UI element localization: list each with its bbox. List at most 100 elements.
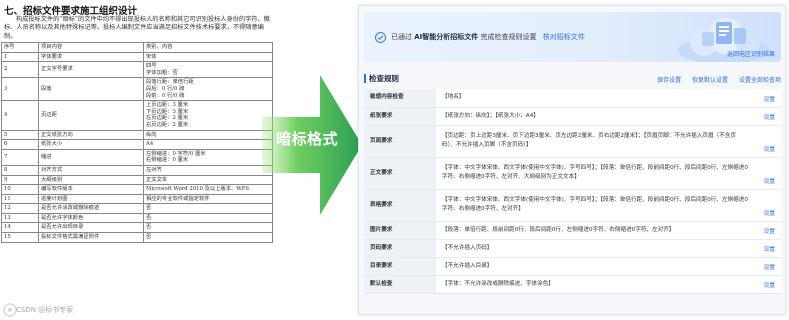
row-content: 否	[143, 212, 273, 224]
table-row: 13 是否允许字体颜色否	[1, 212, 273, 224]
rule-name: 目录要求	[364, 257, 436, 276]
rule-settings-link[interactable]: 设置	[754, 107, 781, 126]
row-item: 投标文件格式需满足附件	[38, 232, 144, 243]
rule-settings-link[interactable]: 设置	[754, 89, 781, 108]
back-to-results-link[interactable]: 返回电区识别结果	[727, 49, 775, 58]
rule-name: 页码要求	[364, 239, 436, 258]
rule-name: 敏感内容检查	[364, 89, 436, 108]
row-number: 3	[1, 77, 39, 102]
rule-name: 图片要求	[364, 221, 436, 240]
row-number: 14	[1, 222, 39, 234]
rule-row: 表格要求 【字体：中文字体宋体、西文字体(使用中文字体)、字号四号】；【段落：单倍…	[364, 189, 781, 222]
set-all-checks-button[interactable]: 设置全部检查项	[739, 77, 781, 84]
row-number: 7	[1, 148, 39, 166]
row-item: 字体要求	[38, 51, 144, 63]
header-cell: 序号	[1, 42, 39, 53]
banner-prefix: 已通过	[391, 33, 412, 41]
check-rules-panel: 已通过 AI智能分析招标文件 完成检查规则设置 核对招标文件 返回电区识别结果 …	[358, 5, 786, 315]
rule-value: 【不允许插入目录】	[436, 257, 754, 276]
rule-name: 正文要求	[364, 157, 436, 190]
rule-settings-link[interactable]: 设置	[754, 257, 781, 276]
rule-row: 正文要求 【字体：中文字体宋体、西文字体(使用中文字体)、字号四号】；【段落：单倍…	[364, 157, 781, 190]
row-content: 左侧缩进：0 字符/0 厘米 右侧缩进：0 厘米	[143, 148, 273, 166]
table-row: 1 字体要求 宋体	[1, 51, 273, 63]
table-row: 4 页边距 上页边距：3 厘米 下页边距：3 厘米 左页边距：2 厘米 右页边距：2…	[1, 100, 273, 131]
header-cell: 类别、内容	[143, 42, 273, 53]
rule-row: 纸张要求 【纸张方向：纵向】；【纸张大小：A4】 设置	[364, 107, 781, 126]
row-content: 段落行距：单倍行距 段后：0 行/0 磅 段前：0 行/0 磅	[143, 77, 273, 102]
table-row: 2 正文字号要求 四号 字体加粗：否	[1, 61, 273, 79]
row-number: 4	[1, 100, 39, 131]
section-accent-bar	[364, 74, 366, 83]
rule-settings-link[interactable]: 设置	[754, 125, 781, 158]
rule-settings-link[interactable]: 设置	[754, 157, 781, 190]
row-item: 是否允许出现目录	[38, 222, 144, 234]
banner-product: AI智能分析招标文件	[414, 33, 479, 41]
table-header-row: 序号 项目内容 类别、内容	[1, 42, 273, 53]
row-item: 正文纸张方向	[38, 129, 144, 141]
row-number: 12	[1, 203, 39, 214]
table-row: 15 投标文件格式需满足附件否	[1, 232, 273, 243]
row-content: 上页边距：3 厘米 下页边距：3 厘米 左页边距：2 厘米 右页边距：2 厘米	[143, 100, 273, 131]
row-item: 纸张大小	[38, 139, 144, 150]
rule-row: 页码要求 【不允许插入页码】 设置	[364, 239, 781, 258]
table-row: 12 是否允许涂改或删除痕迹否	[1, 203, 273, 214]
row-number: 11	[1, 193, 39, 205]
table-row: 10 编写软件版本 Microsoft Word 2010 及以上版本、WPS	[1, 184, 273, 195]
row-content: 否	[143, 222, 273, 234]
save-settings-button[interactable]: 保存设置	[657, 77, 681, 84]
row-content: 左对齐	[143, 164, 273, 176]
row-item: 是否允许涂改或删除痕迹	[38, 203, 144, 214]
table-row: 3 段落 段落行距：单倍行距 段后：0 行/0 磅 段前：0 行/0 磅	[1, 77, 273, 102]
row-number: 5	[1, 129, 39, 141]
row-item: 页边距	[38, 100, 144, 131]
restore-default-button[interactable]: 恢复默认设置	[692, 77, 728, 84]
row-content: 宋体	[143, 51, 273, 63]
check-tender-file-link[interactable]: 核对招标文件	[543, 33, 585, 41]
row-number: 15	[1, 232, 39, 243]
row-content: 相应的专业软件或指定软件	[143, 193, 273, 205]
row-item: 缩进	[38, 148, 144, 166]
row-number: 1	[1, 51, 39, 63]
document-intro: 构成投标文件的“暗标”的文件中均不得出现投标人的名称和其它可识别投标人身份的字符…	[4, 16, 270, 40]
watermark-text: CSDN @标书专家	[16, 306, 74, 314]
source-document: 七、招标文件要求施工组织设计 构成投标文件的“暗标”的文件中均不得出现投标人的名…	[0, 0, 274, 320]
row-number: 9	[1, 174, 39, 186]
rules-table: 敏感内容检查 【地名】 设置 纸张要求 【纸张方向：纵向】；【纸张大小：A4】 设置 页面要…	[364, 89, 781, 294]
row-number: 6	[1, 139, 39, 150]
table-row: 5 正文纸张方向 纵向	[1, 129, 273, 141]
row-number: 8	[1, 164, 39, 176]
row-number: 13	[1, 212, 39, 224]
rule-settings-link[interactable]: 设置	[754, 221, 781, 240]
row-item: 段落	[38, 77, 144, 102]
document-requirements-table: 序号 项目内容 类别、内容 1 字体要求 宋体 2 正文字号要求 四号 字体加粗：否 3 段落…	[1, 42, 273, 243]
row-item: 编写软件版本	[38, 184, 144, 195]
rule-name: 页面要求	[364, 125, 436, 158]
arrow-label: 暗标格式	[276, 130, 339, 148]
rule-value: 【页边距：页上边距3厘米、页下边距3厘米、页左边距2厘米、页右边距2厘米】；【页…	[436, 125, 754, 158]
rule-row: 图片要求 【段落：单倍行距、段前间距0行、段后间距0行、左侧缩进0字符、右侧缩进0…	[364, 221, 781, 240]
rule-name: 默认检查	[364, 275, 436, 294]
status-banner: 已通过 AI智能分析招标文件 完成检查规则设置 核对招标文件 返回电区识别结果	[364, 12, 781, 62]
rule-value: 【字体：不允许涂改或删除痕迹、字体涂色】	[436, 275, 754, 294]
check-circle-icon	[375, 32, 386, 43]
row-content: 正文文本	[143, 174, 273, 186]
rule-value: 【字体：中文字体宋体、西文字体(使用中文字体)、字号四号】；【段落：单倍行距、段…	[436, 189, 754, 222]
row-item: 是否允许字体颜色	[38, 212, 144, 224]
section-actions: 保存设置 恢复默认设置 设置全部检查项	[648, 75, 781, 84]
row-content: 纵向	[143, 129, 273, 141]
row-content: Microsoft Word 2010 及以上版本、WPS	[143, 184, 273, 195]
rule-value: 【地名】	[436, 89, 754, 108]
rule-settings-link[interactable]: 设置	[754, 189, 781, 222]
section-header: 检查规则 保存设置 恢复默认设置 设置全部检查项	[364, 72, 781, 86]
table-row: 7 缩进 左侧缩进：0 字符/0 厘米 右侧缩进：0 厘米	[1, 148, 273, 166]
table-row: 6 纸张大小 A4	[1, 139, 273, 150]
table-row: 8 对齐方式 左对齐	[1, 164, 273, 176]
row-content: A4	[143, 139, 273, 150]
row-number: 10	[1, 184, 39, 195]
rule-value: 【纸张方向：纵向】；【纸张大小：A4】	[436, 107, 754, 126]
rule-settings-link[interactable]: 设置	[754, 275, 781, 294]
document-title: 七、招标文件要求施工组织设计	[4, 6, 138, 17]
row-number: 2	[1, 61, 39, 79]
rule-settings-link[interactable]: 设置	[754, 239, 781, 258]
